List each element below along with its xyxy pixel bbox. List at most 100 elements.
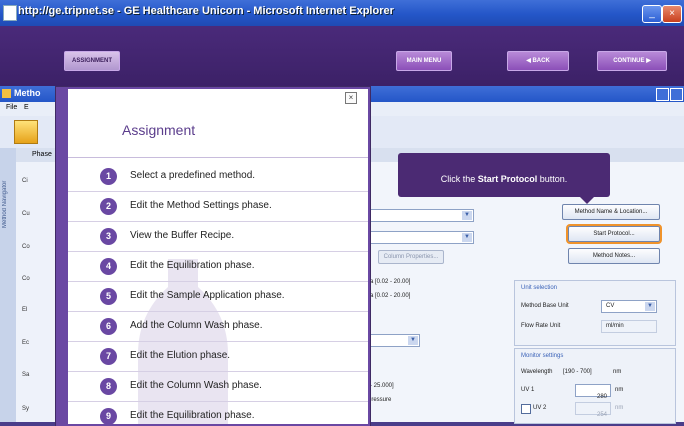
dialog-title: Assignment (122, 122, 196, 138)
uv2-checkbox[interactable] (521, 404, 531, 414)
assignment-step: 1 Select a predefined method. (68, 162, 368, 192)
chevron-down-icon: ▼ (462, 211, 472, 220)
step-text: Add the Column Wash phase. (130, 320, 263, 331)
method-navigator-strip[interactable]: Method Navigator (0, 148, 17, 422)
flow-combo[interactable]: ▼ (366, 334, 420, 347)
instruction-tooltip: Click the Start Protocol button. (398, 153, 610, 197)
close-icon[interactable]: × (345, 92, 357, 104)
main-menu-button[interactable]: MAIN MENU (396, 51, 452, 71)
step-text: Edit the Column Wash phase. (130, 380, 262, 391)
browser-titlebar: http://ge.tripnet.se - GE Healthcare Uni… (0, 0, 684, 26)
pressure-range-1: Pa [0.02 - 20.00] (366, 279, 411, 285)
flow-rate-unit-label: Flow Rate Unit (521, 323, 561, 329)
restore-icon[interactable] (656, 88, 669, 101)
column-combo[interactable]: ▼ (366, 231, 474, 244)
ie-page-icon (3, 5, 17, 21)
step-number-badge: 3 (100, 228, 117, 245)
assignment-step: 4 Edit the Equilibration phase. (68, 252, 368, 282)
method-base-unit-label: Method Base Unit (521, 303, 569, 309)
column-properties-button[interactable]: Column Properties... (378, 250, 444, 264)
back-button[interactable]: ◀ BACK (507, 51, 569, 71)
dialog-accent-bar (58, 89, 68, 424)
menu-edit[interactable]: E (24, 104, 29, 111)
wavelength-unit: nm (613, 369, 622, 375)
chevron-down-icon: ▼ (462, 233, 472, 242)
monitor-settings-group: Monitor settings Wavelength [190 - 700] … (514, 348, 676, 424)
flow-rate-unit-select[interactable]: ml/min (601, 320, 657, 333)
step-text: Select a predefined method. (130, 170, 256, 181)
close-window-icon[interactable]: × (662, 5, 682, 23)
unit-selection-title: Unit selection (521, 285, 558, 291)
unicorn-title: Metho (14, 88, 41, 98)
phase-list-item[interactable]: Ci (22, 178, 28, 184)
flow-rate-unit-value: ml/min (606, 323, 624, 329)
step-number-badge: 7 (100, 348, 117, 365)
minimize-icon[interactable]: _ (642, 5, 662, 23)
method-settings-form: ▼ ▼ l Column Properties... Pa [0.02 - 20… (360, 162, 684, 424)
uv2-input[interactable]: 254 (575, 402, 611, 418)
chevron-down-icon: ▼ (408, 336, 418, 345)
tab-phase[interactable]: Phase (32, 151, 52, 158)
assignment-button[interactable]: ASSIGNMENT (64, 51, 120, 71)
step-number-badge: 4 (100, 258, 117, 275)
step-number-badge: 8 (100, 378, 117, 395)
continue-button[interactable]: CONTINUE ▶ (597, 51, 667, 71)
uv1-value: 280 (596, 394, 607, 400)
divider (68, 157, 368, 158)
step-text: Edit the Equilibration phase. (130, 260, 255, 271)
uv2-unit: nm (615, 405, 624, 411)
method-combo[interactable]: ▼ (366, 209, 474, 222)
uv1-unit: nm (615, 387, 624, 393)
phase-list-item[interactable]: Sy (22, 406, 29, 412)
pressure-range-2: Pa [0.02 - 20.00] (366, 293, 411, 299)
tooltip-pointer (580, 197, 594, 204)
step-number-badge: 5 (100, 288, 117, 305)
tooltip-suffix: button. (537, 174, 568, 184)
monitor-settings-title: Monitor settings (521, 353, 564, 359)
method-navigator-label: Method Navigator (2, 180, 8, 228)
step-text: Edit the Elution phase. (130, 350, 231, 361)
assignment-step: 7 Edit the Elution phase. (68, 342, 368, 372)
phase-list-item[interactable]: Co (22, 244, 30, 250)
uv1-label: UV 1 (521, 387, 535, 393)
phase-list-item[interactable]: Ec (22, 340, 29, 346)
assignment-step: 3 View the Buffer Recipe. (68, 222, 368, 252)
step-number-badge: 2 (100, 198, 117, 215)
step-text: Edit the Method Settings phase. (130, 200, 272, 211)
phase-list-item[interactable]: Cu (22, 211, 30, 217)
step-number-badge: 6 (100, 318, 117, 335)
phase-list-item[interactable]: Sa (22, 372, 29, 378)
method-base-unit-select[interactable]: CV ▼ (601, 300, 657, 313)
phase-list: Ci Cu Co Co El Ec Sa Sy (16, 162, 59, 422)
assignment-step: 8 Edit the Column Wash phase. (68, 372, 368, 402)
browser-title: http://ge.tripnet.se - GE Healthcare Uni… (18, 5, 394, 17)
start-protocol-button[interactable]: Start Protocol... (566, 224, 662, 244)
method-notes-button[interactable]: Method Notes... (568, 248, 660, 264)
uv1-input[interactable]: 280 (575, 384, 611, 400)
step-text: View the Buffer Recipe. (130, 230, 235, 241)
tooltip-prefix: Click the (440, 174, 478, 184)
wavelength-label: Wavelength (521, 369, 553, 375)
assignment-step: 6 Add the Column Wash phase. (68, 312, 368, 342)
folder-icon (2, 89, 11, 98)
step-text: Edit the Equilibration phase. (130, 410, 255, 421)
phase-list-item[interactable]: Co (22, 276, 30, 282)
assignment-step: 2 Edit the Method Settings phase. (68, 192, 368, 222)
assignment-step: 9 Edit the Equilibration phase. (68, 402, 368, 424)
wavelength-range: [190 - 700] (563, 369, 592, 375)
tooltip-emphasis: Start Protocol (477, 174, 538, 184)
phase-list-item[interactable]: El (22, 307, 27, 313)
uv2-value: 254 (596, 412, 607, 418)
unit-selection-group: Unit selection Method Base Unit CV ▼ Flo… (514, 280, 676, 346)
step-text: Edit the Sample Application phase. (130, 290, 285, 301)
method-name-location-button[interactable]: Method Name & Location... (562, 204, 660, 220)
step-number-badge: 9 (100, 408, 117, 424)
step-number-badge: 1 (100, 168, 117, 185)
assignment-step: 5 Edit the Sample Application phase. (68, 282, 368, 312)
chevron-down-icon: ▼ (645, 302, 655, 311)
menu-file[interactable]: File (6, 104, 17, 111)
tooltip-text: Click the Start Protocol button. (398, 169, 610, 187)
maximize-icon[interactable] (670, 88, 683, 101)
flow-range: - 25.000] (370, 383, 394, 389)
open-method-icon[interactable] (14, 120, 38, 144)
